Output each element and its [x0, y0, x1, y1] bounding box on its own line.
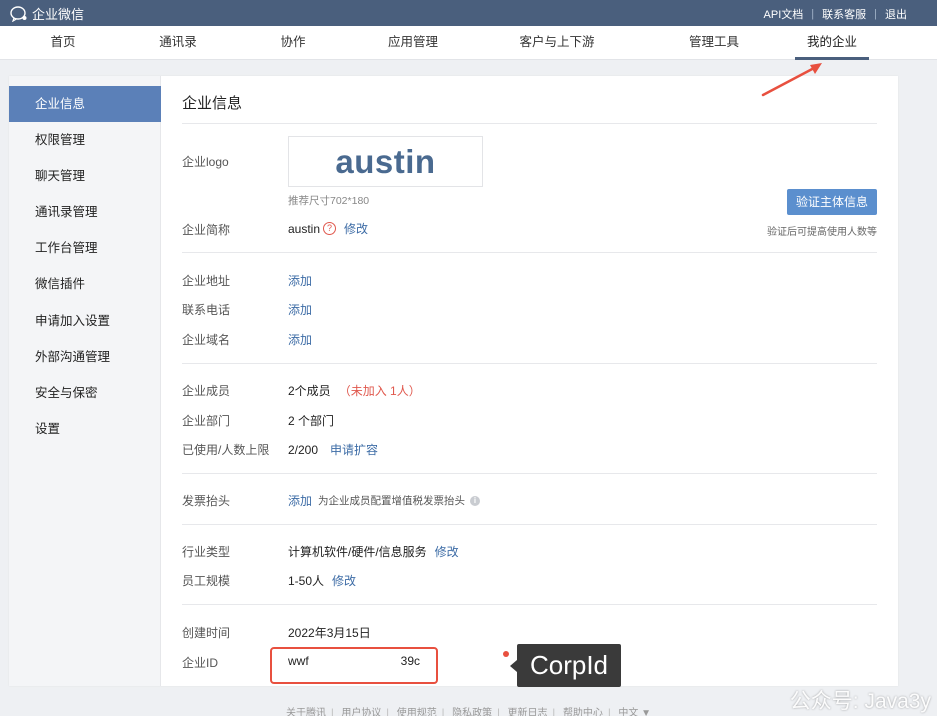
sidebar-item-workbench[interactable]: 工作台管理 — [9, 230, 161, 266]
nav-customers[interactable]: 客户与上下游 — [519, 26, 594, 60]
sidebar-item-contacts[interactable]: 通讯录管理 — [9, 194, 161, 230]
sidebar: 企业信息 权限管理 聊天管理 通讯录管理 工作台管理 微信插件 申请加入设置 外… — [9, 76, 161, 686]
top-links: API文档 | 联系客服 | 退出 — [764, 6, 907, 22]
nav-admin-tools[interactable]: 管理工具 — [689, 26, 739, 60]
divider — [182, 524, 877, 525]
usage-value: 2/200 — [288, 442, 319, 457]
contact-support-link[interactable]: 联系客服 — [822, 6, 866, 22]
sidebar-item-chat[interactable]: 聊天管理 — [9, 158, 161, 194]
help-icon[interactable]: ? — [323, 222, 337, 235]
edit-short-name-link[interactable]: 修改 — [344, 220, 368, 237]
divider — [182, 473, 877, 474]
footer-agreement[interactable]: 用户协议 — [341, 708, 381, 716]
usage-label: 已使用/人数上限 — [182, 443, 270, 457]
verify-hint: 验证后可提高使用人数等 — [767, 227, 877, 238]
logo-size-hint: 推荐尺寸702*180 — [288, 195, 370, 207]
add-phone-link[interactable]: 添加 — [288, 301, 312, 318]
add-domain-link[interactable]: 添加 — [288, 331, 312, 348]
add-invoice-link[interactable]: 添加 — [288, 492, 312, 509]
created-value: 2022年3月15日 — [288, 626, 371, 640]
logo-uploader[interactable]: austin — [288, 136, 483, 187]
short-name-row: austin ? 修改 — [288, 220, 368, 237]
size-row: 1-50人 修改 — [288, 572, 356, 589]
request-expansion-link[interactable]: 申请扩容 — [330, 441, 378, 458]
phone-row: 添加 — [288, 301, 312, 318]
main-panel: 企业信息 权限管理 聊天管理 通讯录管理 工作台管理 微信插件 申请加入设置 外… — [9, 76, 898, 686]
divider — [182, 123, 877, 124]
usage-row: 2/200 申请扩容 — [288, 441, 378, 458]
invoice-hint: 为企业成员配置增值税发票抬头 — [318, 495, 466, 507]
sidebar-item-company-info[interactable]: 企业信息 — [9, 86, 161, 122]
nav-app-management[interactable]: 应用管理 — [388, 26, 438, 60]
members-row: 2个成员 （未加入 1人） — [288, 382, 421, 399]
industry-label: 行业类型 — [182, 545, 231, 559]
domain-row: 添加 — [288, 331, 312, 348]
not-joined-note[interactable]: （未加入 1人） — [339, 382, 421, 399]
members-value: 2个成员 — [288, 384, 331, 398]
annotation-arrow-icon — [761, 63, 822, 97]
sidebar-item-settings[interactable]: 设置 — [9, 411, 161, 447]
footer-rules[interactable]: 使用规范 — [397, 708, 437, 716]
nav-collaboration[interactable]: 协作 — [280, 26, 305, 60]
sidebar-item-join-settings[interactable]: 申请加入设置 — [9, 303, 161, 339]
address-label: 企业地址 — [182, 274, 231, 288]
footer-language[interactable]: 中文 ▼ — [618, 708, 651, 716]
divider: | — [874, 8, 877, 20]
page-title: 企业信息 — [182, 95, 243, 112]
industry-row: 计算机软件/硬件/信息服务 修改 — [288, 543, 459, 560]
corp-id-highlight — [270, 647, 438, 684]
footer-changelog[interactable]: 更新日志 — [508, 708, 548, 716]
sidebar-item-wechat-plugin[interactable]: 微信插件 — [9, 266, 161, 302]
divider: | — [811, 8, 815, 20]
divider — [182, 252, 877, 253]
brand-name: 企业微信 — [32, 7, 85, 22]
address-row: 添加 — [288, 272, 312, 289]
size-value: 1-50人 — [288, 574, 325, 588]
logo-label: 企业logo — [182, 155, 229, 169]
verify-entity-button[interactable]: 验证主体信息 — [787, 189, 877, 215]
footer-privacy[interactable]: 隐私政策 — [452, 708, 492, 716]
members-label: 企业成员 — [182, 384, 231, 398]
watermark: 公众号: Java3y — [789, 690, 931, 713]
industry-value: 计算机软件/硬件/信息服务 — [288, 545, 427, 559]
phone-label: 联系电话 — [182, 303, 231, 317]
footer-help[interactable]: 帮助中心 — [563, 708, 603, 716]
divider — [182, 604, 877, 605]
short-name-value: austin — [288, 221, 321, 236]
company-logo: austin — [335, 142, 436, 180]
nav-home[interactable]: 首页 — [50, 26, 75, 60]
sidebar-item-external[interactable]: 外部沟通管理 — [9, 339, 161, 375]
divider — [182, 363, 877, 364]
edit-size-link[interactable]: 修改 — [332, 572, 356, 589]
brand[interactable]: 企业微信 — [10, 4, 84, 23]
add-address-link[interactable]: 添加 — [288, 272, 312, 289]
created-label: 创建时间 — [182, 626, 231, 640]
footer-about[interactable]: 关于腾讯 — [286, 708, 326, 716]
sidebar-item-security[interactable]: 安全与保密 — [9, 375, 161, 411]
short-name-label: 企业简称 — [182, 223, 231, 237]
nav-contacts[interactable]: 通讯录 — [159, 26, 197, 60]
main-nav: 首页 通讯录 协作 应用管理 客户与上下游 管理工具 我的企业 — [0, 26, 937, 60]
top-bar: 企业微信 API文档 | 联系客服 | 退出 — [0, 0, 937, 26]
corp-id-callout: CorpId — [510, 644, 621, 687]
corp-id-label: 企业ID — [182, 656, 219, 670]
edit-industry-link[interactable]: 修改 — [435, 543, 459, 560]
size-label: 员工规模 — [182, 574, 231, 588]
info-icon[interactable]: i — [470, 495, 481, 506]
annotation-dot — [503, 651, 509, 657]
domain-label: 企业域名 — [182, 333, 231, 347]
departments-label: 企业部门 — [182, 414, 231, 428]
nav-my-company[interactable]: 我的企业 — [794, 26, 870, 60]
wecom-logo-icon — [10, 5, 27, 22]
api-docs-link[interactable]: API文档 — [764, 6, 804, 22]
logout-link[interactable]: 退出 — [885, 6, 907, 22]
departments-value: 2 个部门 — [288, 414, 335, 428]
sidebar-item-permissions[interactable]: 权限管理 — [9, 122, 161, 158]
invoice-label: 发票抬头 — [182, 494, 231, 508]
invoice-row: 添加 为企业成员配置增值税发票抬头 i — [288, 492, 481, 509]
content: 企业信息 企业logo austin 推荐尺寸702*180 验证主体信息 验证… — [161, 76, 898, 686]
